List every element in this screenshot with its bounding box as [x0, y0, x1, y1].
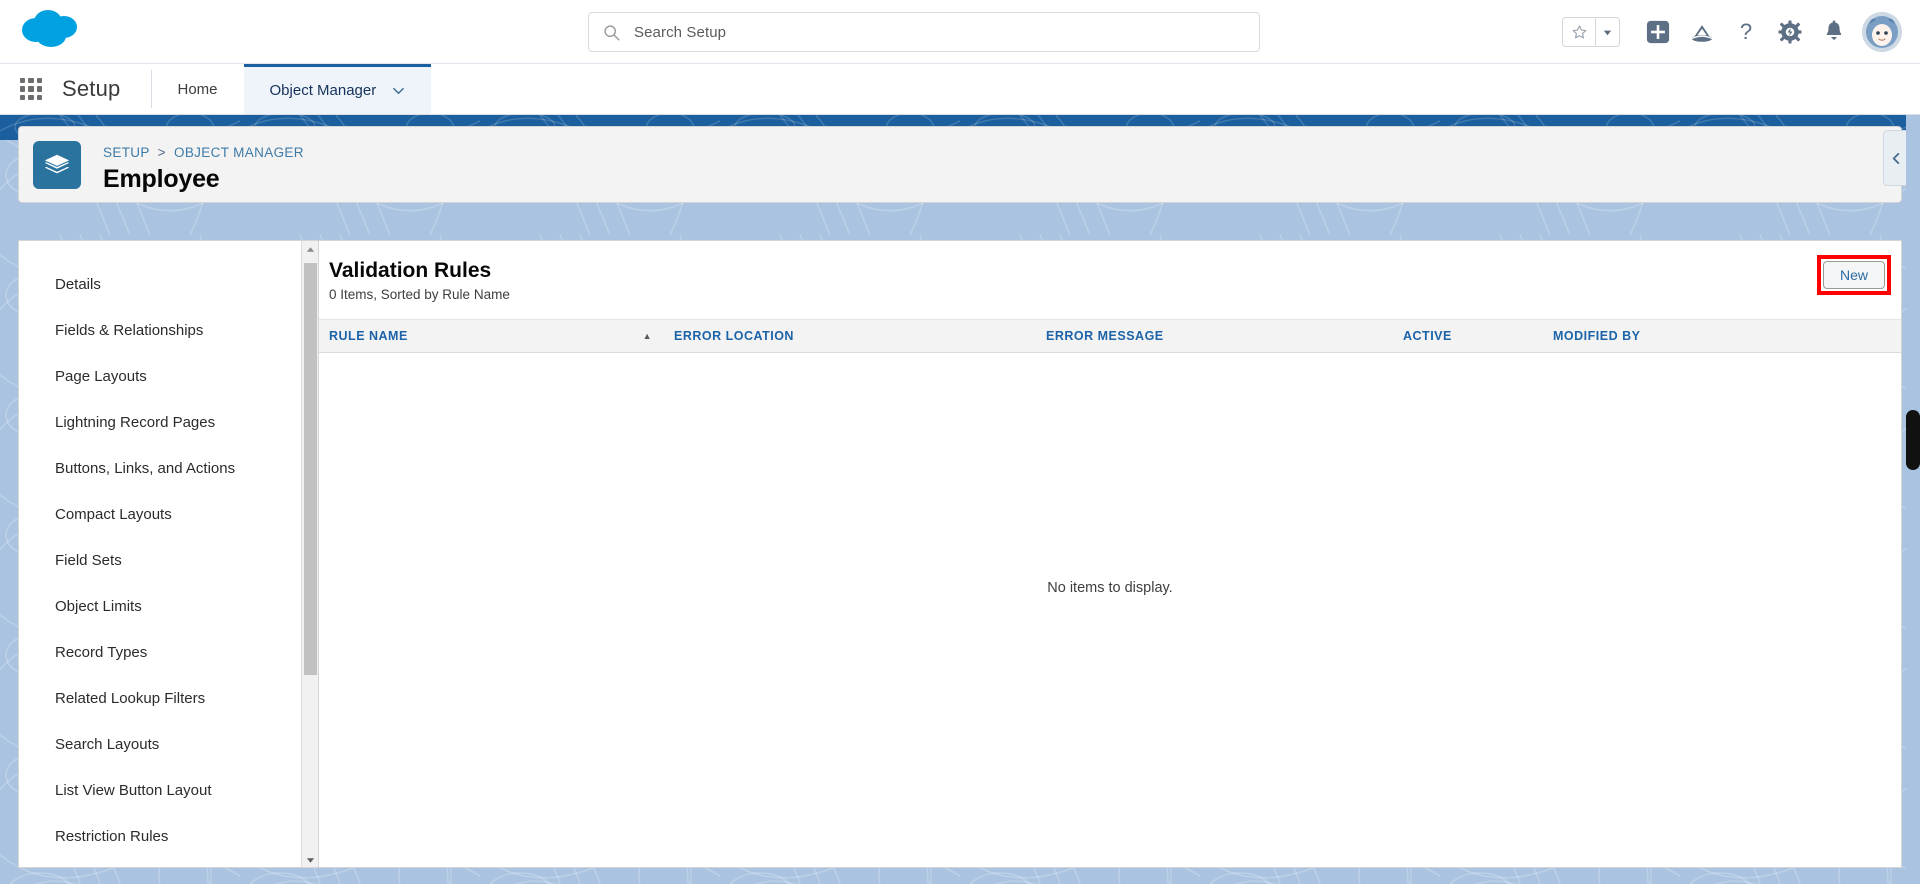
new-button-highlight-box: New — [1817, 255, 1891, 295]
sidebar-item-page-layouts[interactable]: Page Layouts — [19, 353, 318, 399]
sidebar-item-label: Compact Layouts — [55, 505, 172, 523]
sidebar-item-list-view-button-layout[interactable]: List View Button Layout — [19, 767, 318, 813]
content-shell: Details Fields & Relationships Page Layo… — [18, 240, 1902, 868]
search-input[interactable]: Search Setup — [588, 12, 1260, 52]
object-sidebar-nav: Details Fields & Relationships Page Layo… — [18, 240, 318, 868]
sidebar-item-label: Buttons, Links, and Actions — [55, 459, 236, 477]
sidebar-item-buttons-links-actions[interactable]: Buttons, Links, and Actions — [19, 445, 318, 491]
page-header-card: SETUP > OBJECT MANAGER Employee — [18, 126, 1909, 203]
column-header-error-message[interactable]: ERROR MESSAGE — [1046, 329, 1403, 343]
breadcrumb-item-setup[interactable]: SETUP — [103, 145, 150, 160]
column-header-active[interactable]: ACTIVE — [1403, 329, 1553, 343]
help-question-icon[interactable]: ? — [1724, 10, 1768, 54]
sidebar-item-field-sets[interactable]: Field Sets — [19, 537, 318, 583]
sidebar-item-label: List View Button Layout — [55, 781, 212, 799]
column-header-rule-name-label: RULE NAME — [329, 329, 408, 343]
setup-gear-icon[interactable] — [1768, 10, 1812, 54]
notifications-bell-icon[interactable] — [1812, 10, 1856, 54]
user-avatar[interactable] — [1856, 6, 1908, 58]
sidebar-item-details[interactable]: Details — [19, 261, 318, 307]
object-layers-icon — [33, 141, 81, 189]
scroll-up-arrow-icon[interactable] — [302, 241, 318, 258]
sidebar-item-compact-layouts[interactable]: Compact Layouts — [19, 491, 318, 537]
column-header-modified-by-label: MODIFIED BY — [1553, 329, 1641, 343]
breadcrumb: SETUP > OBJECT MANAGER — [103, 145, 304, 160]
search-icon — [604, 24, 620, 40]
learning-trailhead-icon[interactable] — [1680, 10, 1724, 54]
favorites-group[interactable] — [1562, 17, 1620, 47]
tab-object-manager-label: Object Manager — [269, 82, 377, 99]
sidebar-item-label: Record Types — [55, 643, 148, 661]
sidebar-item-label: Related Lookup Filters — [55, 689, 206, 707]
scroll-down-arrow-icon[interactable] — [302, 852, 318, 867]
sidebar-item-restriction-rules[interactable]: Restriction Rules — [19, 813, 318, 859]
favorites-star-icon[interactable] — [1563, 18, 1595, 46]
panel-subtitle: 0 Items, Sorted by Rule Name — [329, 287, 510, 302]
tab-home-label: Home — [177, 80, 218, 98]
sidebar-item-label: Fields & Relationships — [55, 321, 204, 339]
app-launcher-waffle-icon[interactable] — [0, 64, 62, 114]
column-header-error-message-label: ERROR MESSAGE — [1046, 329, 1164, 343]
sidebar-item-list: Details Fields & Relationships Page Layo… — [19, 241, 318, 859]
sidebar-item-object-limits[interactable]: Object Limits — [19, 583, 318, 629]
sidebar-scrollbar[interactable] — [301, 241, 318, 867]
breadcrumb-item-object-manager[interactable]: OBJECT MANAGER — [174, 145, 304, 160]
sidebar-item-label: Restriction Rules — [55, 827, 169, 845]
sidebar-item-label: Search Layouts — [55, 735, 160, 753]
sidebar-item-record-types[interactable]: Record Types — [19, 629, 318, 675]
avatar-image — [1862, 12, 1902, 52]
panel-title: Validation Rules — [329, 259, 492, 282]
sidebar-item-label: Field Sets — [55, 551, 122, 569]
empty-state-message: No items to display. — [1047, 580, 1173, 596]
page-title: Employee — [103, 165, 220, 193]
global-search-wrapper[interactable]: Search Setup — [588, 12, 1260, 52]
tab-object-manager[interactable]: Object Manager — [243, 64, 432, 114]
global-actions-plus-icon[interactable] — [1636, 10, 1680, 54]
table-header-row: RULE NAME ▲ ERROR LOCATION ERROR MESSAGE… — [319, 319, 1901, 353]
sidebar-item-related-lookup-filters[interactable]: Related Lookup Filters — [19, 675, 318, 721]
salesforce-cloud-logo[interactable] — [18, 6, 84, 52]
svg-text:?: ? — [1740, 20, 1752, 44]
column-header-error-location[interactable]: ERROR LOCATION — [674, 329, 1046, 343]
sidebar-item-lightning-record-pages[interactable]: Lightning Record Pages — [19, 399, 318, 445]
column-header-modified-by[interactable]: MODIFIED BY — [1553, 329, 1753, 343]
setup-nav-bar: Setup Home Object Manager — [0, 64, 1920, 115]
validation-rules-panel: Validation Rules 0 Items, Sorted by Rule… — [318, 240, 1902, 868]
sidebar-item-label: Details — [55, 275, 101, 293]
table-body-empty: No items to display. — [319, 353, 1901, 823]
column-header-rule-name[interactable]: RULE NAME ▲ — [319, 329, 674, 343]
header-icon-group: ? — [1562, 0, 1908, 64]
sidebar-item-label: Object Limits — [55, 597, 142, 615]
panel-header: Validation Rules 0 Items, Sorted by Rule… — [319, 241, 1901, 319]
column-header-error-location-label: ERROR LOCATION — [674, 329, 794, 343]
breadcrumb-separator: > — [157, 145, 166, 160]
page-scrollbar[interactable] — [1906, 115, 1920, 884]
column-header-active-label: ACTIVE — [1403, 329, 1452, 343]
favorites-dropdown-caret-icon[interactable] — [1595, 18, 1619, 46]
sort-ascending-icon[interactable]: ▲ — [643, 331, 652, 341]
chevron-down-icon[interactable] — [392, 84, 405, 97]
page-scrollbar-thumb[interactable] — [1906, 410, 1920, 470]
search-placeholder: Search Setup — [634, 23, 727, 41]
sidebar-scrollbar-thumb[interactable] — [304, 263, 317, 675]
new-button[interactable]: New — [1823, 261, 1885, 289]
global-header: Search Setup ? — [0, 0, 1920, 64]
sidebar-item-label: Lightning Record Pages — [55, 413, 216, 431]
app-name-setup: Setup — [62, 76, 121, 101]
sidebar-item-label: Page Layouts — [55, 367, 147, 385]
sidebar-item-fields-relationships[interactable]: Fields & Relationships — [19, 307, 318, 353]
tab-home[interactable]: Home — [152, 64, 244, 114]
sidebar-item-search-layouts[interactable]: Search Layouts — [19, 721, 318, 767]
